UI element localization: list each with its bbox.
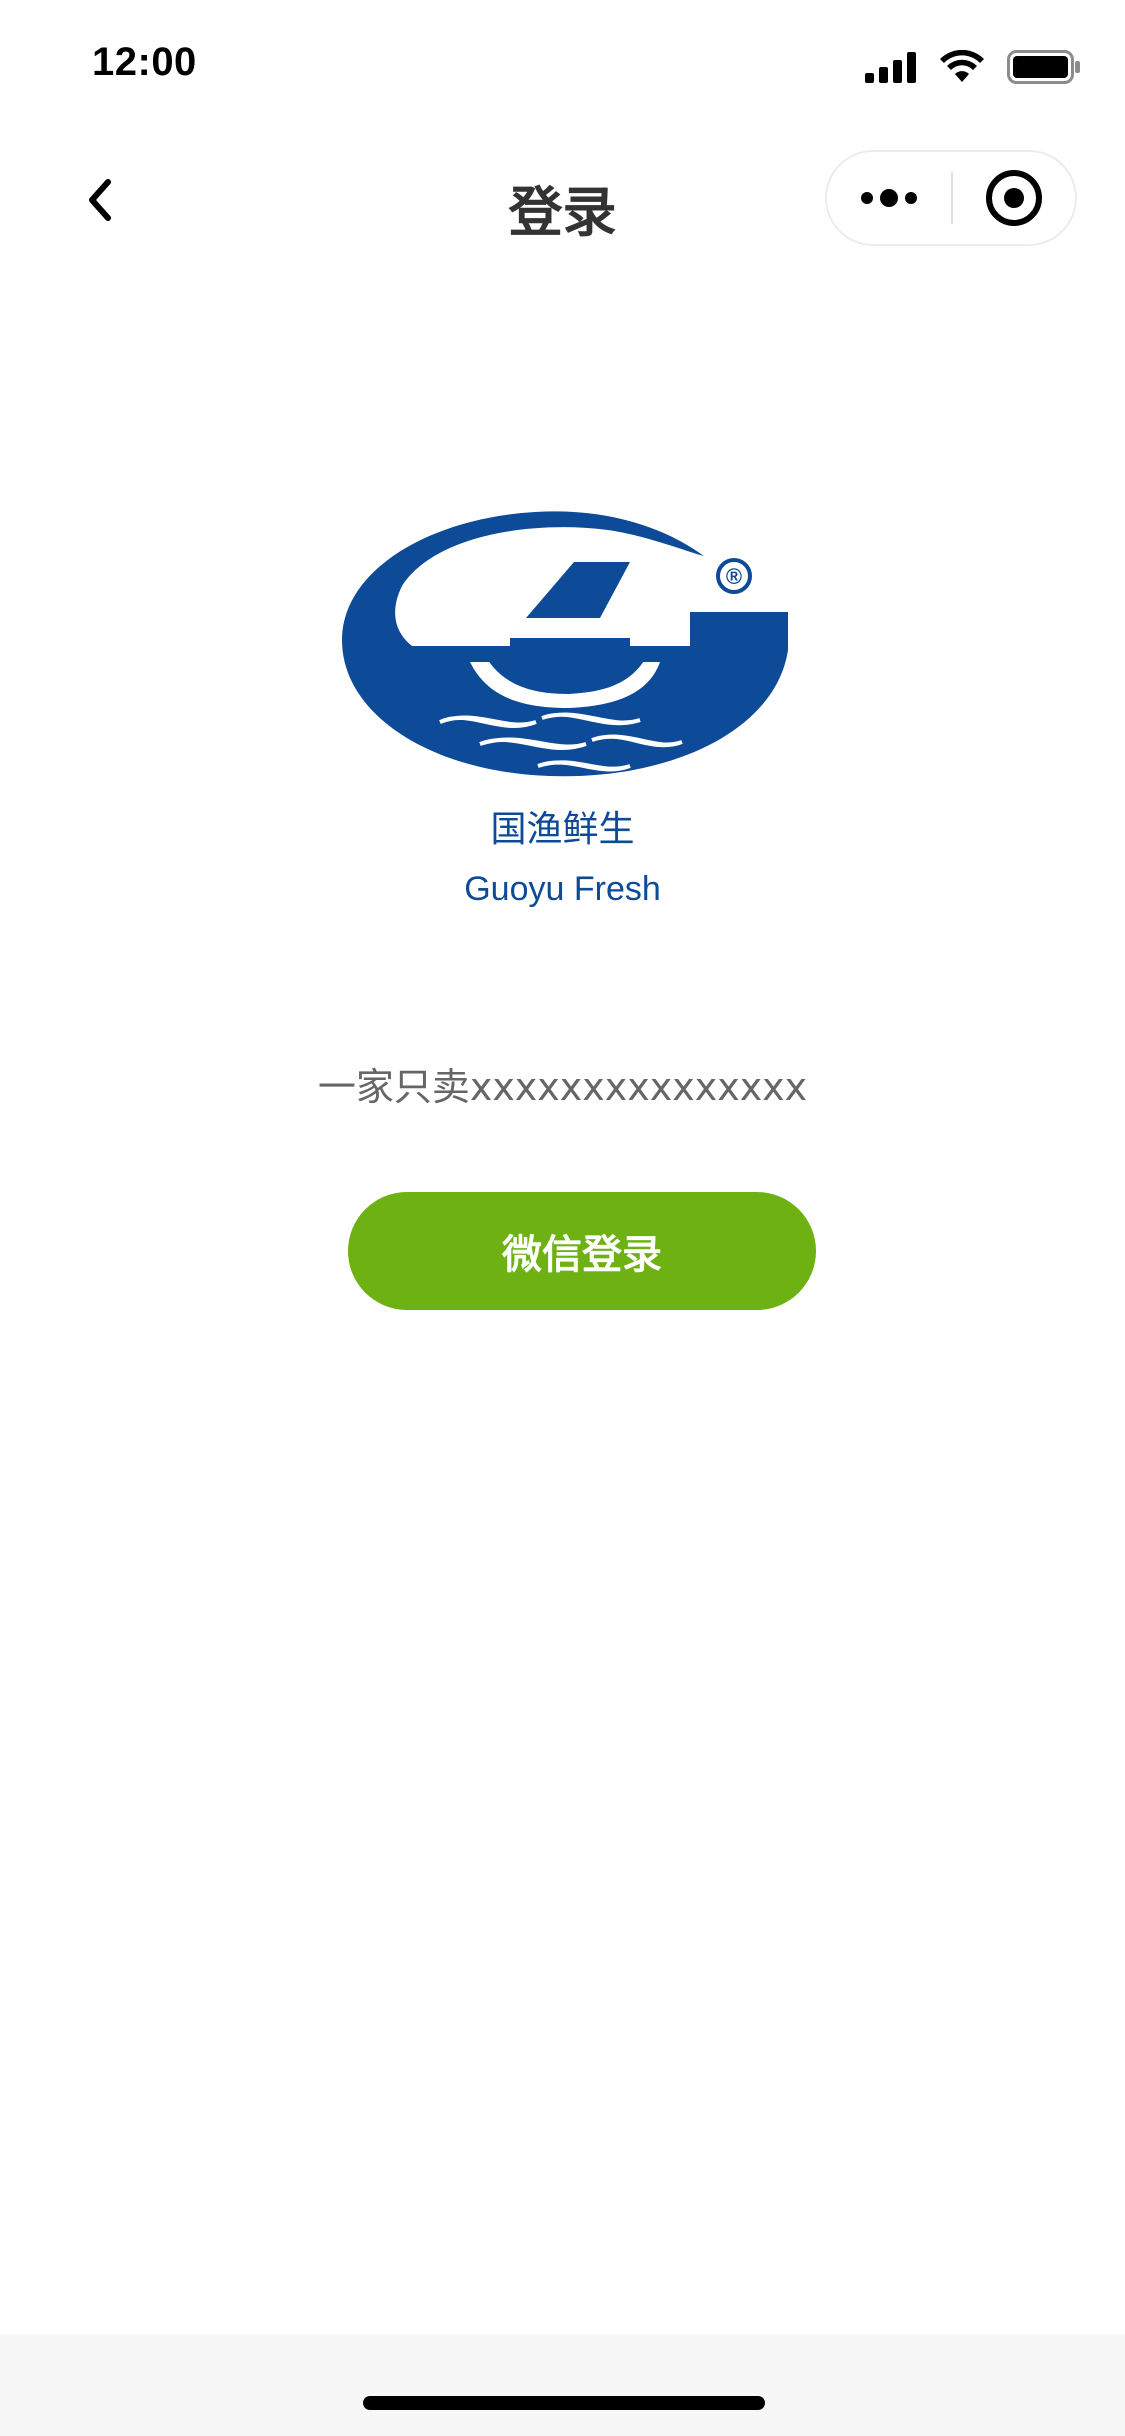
wifi-icon [940,50,984,82]
brand-name-cn: 国渔鲜生 [490,809,635,850]
brand-name-en: Guoyu Fresh [464,870,661,908]
wechat-login-button[interactable]: 微信登录 [348,1192,816,1310]
status-icons [865,44,1081,90]
status-bar: 12:00 [0,0,1125,132]
target-circle-icon [986,170,1042,226]
mini-program-capsule [825,150,1077,246]
battery-icon [1007,50,1080,84]
status-time: 12:00 [92,40,197,84]
more-dots-icon [861,189,917,207]
home-indicator[interactable] [363,2396,765,2410]
brand-logo: ® [342,511,788,777]
bottom-safe-area [0,2334,1125,2436]
more-button[interactable] [827,152,951,244]
nav-bar: 登录 [0,132,1125,264]
registered-mark: ® [726,564,742,589]
slogan-text: 一家只卖xxxxxxxxxxxxxxx [317,1065,808,1109]
close-button[interactable] [953,152,1075,244]
signal-icon [865,52,916,83]
